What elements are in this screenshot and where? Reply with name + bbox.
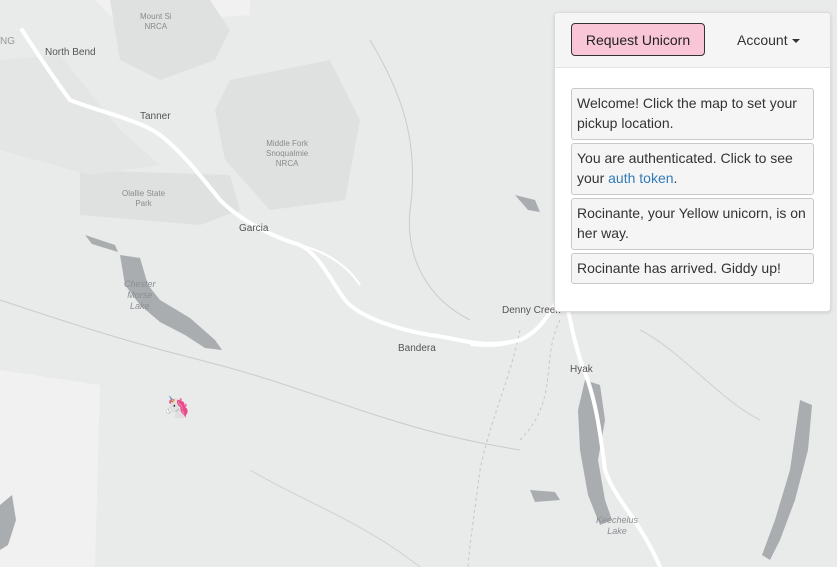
label-bandera: Bandera xyxy=(398,343,436,354)
message-welcome: Welcome! Click the map to set your picku… xyxy=(571,88,814,140)
label-line: Chester xyxy=(124,279,156,289)
label-mount-si: Mount Si NRCA xyxy=(140,12,172,32)
label-edge: NG xyxy=(0,36,15,47)
label-garcia: Garcia xyxy=(239,223,269,234)
request-unicorn-button[interactable]: Request Unicorn xyxy=(571,23,705,56)
message-period: . xyxy=(673,170,678,186)
label-line: Snoqualmie xyxy=(266,149,309,158)
label-denny-creek: Denny Creek xyxy=(502,305,561,316)
label-olallie: Olallie State Park xyxy=(122,189,165,209)
label-line: Middle Fork xyxy=(266,139,309,148)
label-chester-morse-lake: Chester Morse Lake xyxy=(124,279,156,312)
message-authenticated: You are authenticated. Click to see your… xyxy=(571,143,814,195)
label-line: NRCA xyxy=(144,22,168,31)
auth-token-link[interactable]: auth token xyxy=(608,170,673,186)
label-tanner: Tanner xyxy=(140,111,171,122)
label-line: Olallie State xyxy=(122,189,166,198)
panel-header: Request Unicorn Account xyxy=(555,13,830,68)
label-line: Lake xyxy=(129,301,150,311)
label-line: NRCA xyxy=(275,159,299,168)
caret-down-icon xyxy=(791,39,800,44)
label-middle-fork: Middle Fork Snoqualmie NRCA xyxy=(266,139,308,169)
label-line: Park xyxy=(135,199,152,208)
label-hyak: Hyak xyxy=(570,364,593,375)
label-line: Mount Si xyxy=(140,12,172,21)
label-line: Morse xyxy=(127,290,153,300)
label-line: Lake xyxy=(607,526,627,536)
account-dropdown[interactable]: Account xyxy=(737,32,800,48)
ride-panel: Request Unicorn Account Welcome! Click t… xyxy=(554,12,831,312)
message-on-the-way: Rocinante, your Yellow unicorn, is on he… xyxy=(571,198,814,250)
label-keechelus-lake: Keechelus Lake xyxy=(596,515,638,537)
label-line: Keechelus xyxy=(596,515,639,525)
unicorn-icon[interactable]: 🦄 xyxy=(164,396,190,420)
message-arrived: Rocinante has arrived. Giddy up! xyxy=(571,253,814,284)
account-label: Account xyxy=(737,32,788,48)
label-north-bend: North Bend xyxy=(45,47,96,58)
